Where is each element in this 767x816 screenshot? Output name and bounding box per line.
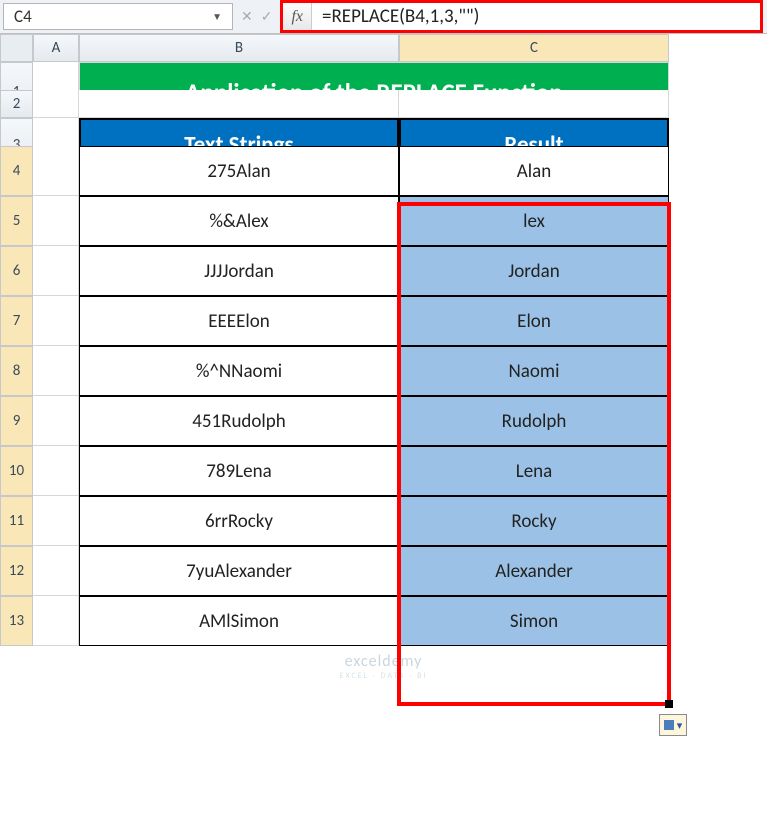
formula-input-highlight: fx =REPLACE(B4,1,3,""): [280, 0, 763, 33]
row-header-2[interactable]: 2: [0, 90, 33, 118]
watermark-brand: exceldemy: [345, 652, 423, 671]
watermark: exceldemy EXCEL · DATA · BI: [0, 646, 767, 683]
cell-c2[interactable]: [399, 90, 669, 118]
autofill-options-icon[interactable]: ▾: [659, 714, 687, 736]
cell-c4[interactable]: Alan: [399, 146, 669, 196]
cell-b11[interactable]: 6rrRocky: [79, 496, 399, 546]
cell-b7[interactable]: EEEElon: [79, 296, 399, 346]
select-all-corner[interactable]: [0, 34, 33, 62]
cancel-icon[interactable]: ✕: [241, 8, 253, 25]
row-header-9[interactable]: 9: [0, 396, 33, 446]
fx-icon[interactable]: fx: [283, 3, 312, 30]
row-header-10[interactable]: 10: [0, 446, 33, 496]
formula-input[interactable]: =REPLACE(B4,1,3,""): [312, 5, 760, 28]
cell-b12[interactable]: 7yuAlexander: [79, 546, 399, 596]
fill-handle[interactable]: [665, 700, 673, 708]
cell-c13[interactable]: Simon: [399, 596, 669, 646]
name-box-dropdown-icon[interactable]: ▼: [212, 10, 222, 23]
cell-a9[interactable]: [33, 396, 79, 446]
cell-a7[interactable]: [33, 296, 79, 346]
formula-bar-buttons: ✕ ✓: [233, 0, 280, 33]
cell-b5[interactable]: %&Alex: [79, 196, 399, 246]
row-header-5[interactable]: 5: [0, 196, 33, 246]
name-box-value: C4: [14, 6, 32, 27]
col-header-b[interactable]: B: [79, 34, 399, 62]
cell-c5[interactable]: lex: [399, 196, 669, 246]
data-rows-container: 4275AlanAlan5%&Alexlex6JJJJordanJordan7E…: [0, 146, 767, 646]
enter-icon[interactable]: ✓: [261, 8, 273, 25]
cell-c6[interactable]: Jordan: [399, 246, 669, 296]
cell-c7[interactable]: Elon: [399, 296, 669, 346]
cell-c9[interactable]: Rudolph: [399, 396, 669, 446]
cell-c8[interactable]: Naomi: [399, 346, 669, 396]
col-header-a[interactable]: A: [33, 34, 79, 62]
cell-a12[interactable]: [33, 546, 79, 596]
watermark-tag: EXCEL · DATA · BI: [0, 671, 767, 681]
cell-a8[interactable]: [33, 346, 79, 396]
cell-b10[interactable]: 789Lena: [79, 446, 399, 496]
cell-a5[interactable]: [33, 196, 79, 246]
cell-a10[interactable]: [33, 446, 79, 496]
cell-a11[interactable]: [33, 496, 79, 546]
row-header-11[interactable]: 11: [0, 496, 33, 546]
cell-b4[interactable]: 275Alan: [79, 146, 399, 196]
cell-a2[interactable]: [33, 90, 79, 118]
autofill-plus: ▾: [677, 719, 683, 732]
cell-b6[interactable]: JJJJordan: [79, 246, 399, 296]
formula-bar: C4 ▼ ✕ ✓ fx =REPLACE(B4,1,3,""): [0, 0, 767, 34]
cell-a13[interactable]: [33, 596, 79, 646]
sheet-wrap: A B C 1 Application of the REPLACE Funct…: [0, 34, 767, 646]
row-header-7[interactable]: 7: [0, 296, 33, 346]
col-header-c[interactable]: C: [399, 34, 669, 62]
cell-c10[interactable]: Lena: [399, 446, 669, 496]
cell-b9[interactable]: 451Rudolph: [79, 396, 399, 446]
row-header-8[interactable]: 8: [0, 346, 33, 396]
cell-a6[interactable]: [33, 246, 79, 296]
cell-b13[interactable]: AMlSimon: [79, 596, 399, 646]
cell-a4[interactable]: [33, 146, 79, 196]
row-header-6[interactable]: 6: [0, 246, 33, 296]
row-header-4[interactable]: 4: [0, 146, 33, 196]
cell-c11[interactable]: Rocky: [399, 496, 669, 546]
autofill-glyph: [664, 720, 674, 730]
row-header-12[interactable]: 12: [0, 546, 33, 596]
cell-b8[interactable]: %^NNaomi: [79, 346, 399, 396]
row-header-13[interactable]: 13: [0, 596, 33, 646]
name-box[interactable]: C4 ▼: [3, 3, 233, 30]
cell-b2[interactable]: [79, 90, 399, 118]
cell-c12[interactable]: Alexander: [399, 546, 669, 596]
spreadsheet-grid[interactable]: A B C 1 Application of the REPLACE Funct…: [0, 34, 767, 146]
